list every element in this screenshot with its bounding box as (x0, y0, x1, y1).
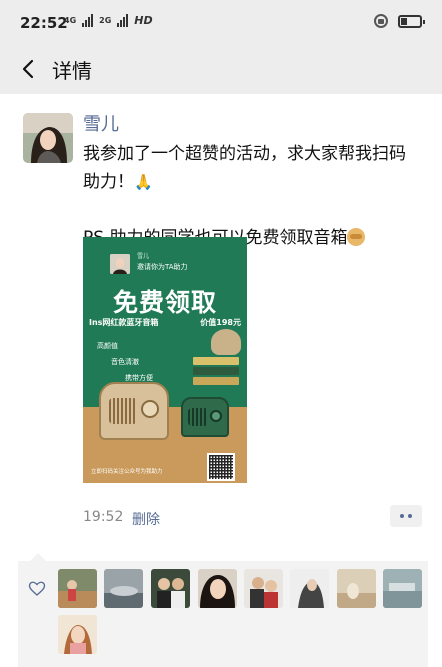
poster-price: 价值198元 (200, 318, 241, 327)
poster-plant-decor (211, 329, 241, 355)
like-avatar[interactable] (337, 569, 376, 608)
author-avatar[interactable] (23, 113, 73, 163)
status-bar: 22:52 4G 2G HD (0, 0, 442, 44)
rotation-lock-icon (374, 14, 388, 28)
post-image[interactable]: 雪儿 邀请你为TA助力 免费领取 Ins网红款蓝牙音箱 价值198元 高颜值 音… (83, 237, 247, 483)
pray-emoji-icon: 🙏 (134, 173, 153, 191)
poster-avatar (110, 254, 130, 274)
like-avatar[interactable] (383, 569, 422, 608)
status-left-icons: 4G 2G HD (64, 14, 153, 27)
like-avatar[interactable] (58, 569, 97, 608)
status-time: 22:52 (20, 14, 68, 32)
poster-books-decor (193, 357, 239, 391)
network-label-1: 4G (64, 16, 77, 25)
signal-icon-2 (117, 14, 129, 27)
poster-title: 免费领取 (112, 288, 217, 317)
like-avatar[interactable] (104, 569, 143, 608)
back-arrow-icon[interactable] (18, 58, 40, 80)
speaker-image (99, 382, 169, 440)
delete-link[interactable]: 删除 (132, 509, 160, 529)
like-avatar[interactable] (58, 615, 97, 654)
status-right-icons (374, 14, 425, 28)
like-avatar[interactable] (244, 569, 283, 608)
author-username[interactable]: 雪儿 (83, 110, 119, 136)
like-avatar[interactable] (198, 569, 237, 608)
page-title: 详情 (52, 59, 92, 83)
nav-bar: 详情 (0, 44, 442, 94)
battery-icon (398, 14, 425, 28)
poster-feature: 高颜值 (97, 342, 118, 350)
post-time: 19:52 (83, 509, 124, 525)
poster-subtitle: Ins网红款蓝牙音箱 (89, 318, 159, 327)
more-actions-button[interactable] (390, 505, 422, 527)
poster-footer: 立即扫码关注公众号为我助力 (91, 469, 163, 475)
poster-name: 雪儿 (137, 253, 150, 260)
likes-section (18, 553, 428, 667)
dot-icon (408, 514, 412, 518)
dot-icon (400, 514, 404, 518)
post-text: 我参加了一个超赞的活动，求大家帮我扫码助力！🙏 PS.助力的同学也可以免费领取音… (83, 140, 413, 252)
face-emoji-icon (347, 228, 366, 246)
like-avatar[interactable] (151, 569, 190, 608)
qr-code-icon (207, 453, 235, 481)
hd-icon: HD (134, 14, 153, 27)
like-avatar[interactable] (290, 569, 329, 608)
network-label-2: 2G (99, 16, 112, 25)
heart-icon (28, 581, 46, 596)
poster-feature: 音色清澈 (111, 358, 139, 366)
speaker-image-small (181, 397, 229, 437)
poster-subtitle-row: Ins网红款蓝牙音箱 价值198元 (89, 317, 241, 328)
poster-invite: 邀请你为TA助力 (137, 263, 188, 271)
signal-icon (82, 14, 94, 27)
post-text-line-1: 我参加了一个超赞的活动，求大家帮我扫码助力！🙏 (83, 140, 413, 196)
